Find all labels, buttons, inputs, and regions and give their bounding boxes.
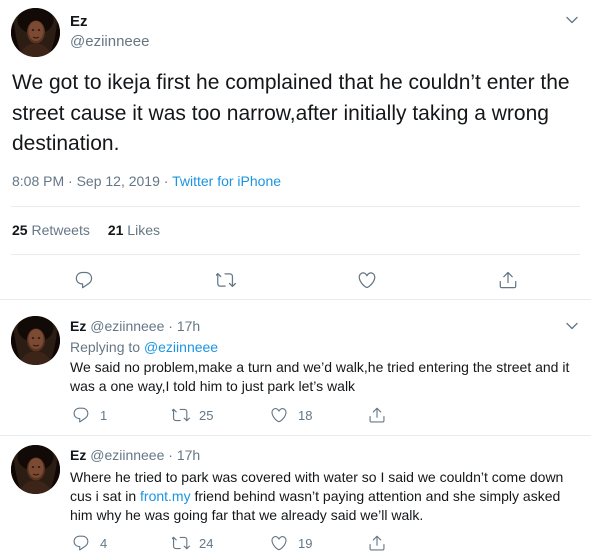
tweet-stats: 25 Retweets 21 Likes — [12, 222, 160, 238]
inline-link[interactable]: front.my — [140, 488, 191, 504]
retweet-icon — [172, 534, 190, 552]
replying-prefix: Replying to — [70, 339, 141, 355]
reply-icon — [74, 270, 94, 290]
share-icon — [498, 270, 518, 290]
reply-button[interactable]: 4 — [72, 534, 107, 552]
author-handle[interactable]: @eziinneee — [70, 33, 149, 50]
likes-stat[interactable]: 21 Likes — [108, 222, 160, 238]
reply-time[interactable]: · 17h — [168, 318, 200, 334]
reply-button[interactable]: 1 — [72, 406, 107, 424]
reply-icon — [72, 406, 90, 424]
reply-count: 1 — [100, 407, 108, 423]
retweets-label: Retweets — [31, 222, 90, 238]
like-count: 18 — [298, 407, 313, 423]
replying-mention[interactable]: @eziinneee — [144, 339, 218, 355]
likes-count: 21 — [107, 222, 124, 238]
divider — [11, 254, 580, 255]
like-icon — [270, 534, 288, 552]
chevron-down-icon[interactable] — [564, 318, 580, 334]
reply-icon — [72, 534, 90, 552]
retweet-count: 24 — [199, 535, 214, 551]
divider — [11, 206, 580, 207]
author-name[interactable]: Ez — [70, 318, 86, 334]
reply-time[interactable]: · 17h — [168, 447, 200, 463]
retweets-count: 25 — [12, 222, 28, 238]
avatar[interactable] — [11, 316, 60, 365]
main-tweet: Ez @eziinneee We got to ikeja first he c… — [0, 0, 591, 300]
share-button[interactable] — [498, 270, 518, 290]
meta-separator: · — [159, 173, 173, 189]
like-button[interactable]: 19 — [270, 534, 312, 552]
replying-to: Replying to @eziinneee — [70, 339, 218, 355]
author-name[interactable]: Ez — [70, 13, 88, 30]
retweet-count: 25 — [199, 407, 214, 423]
reply-text: Where he tried to park was covered with … — [70, 468, 575, 525]
tweet-meta: 8:08 PM · Sep 12, 2019 · Twitter for iPh… — [12, 173, 281, 189]
share-button[interactable] — [368, 534, 386, 552]
like-button[interactable]: 18 — [270, 406, 312, 424]
reply-header: Ez @eziinneee · 17h — [70, 318, 200, 334]
reply-button[interactable] — [74, 270, 94, 290]
reply-tweet[interactable]: Ez @eziinneee · 17h Replying to @eziinne… — [0, 308, 591, 436]
like-icon — [357, 270, 377, 290]
retweet-button[interactable]: 25 — [172, 406, 213, 424]
tweet-source-link[interactable]: Twitter for iPhone — [172, 173, 281, 189]
retweet-icon — [216, 270, 236, 290]
tweet-timestamp[interactable]: 8:08 PM · Sep 12, 2019 — [12, 173, 160, 189]
avatar[interactable] — [11, 8, 60, 57]
author-handle[interactable]: @eziinneee — [90, 447, 164, 463]
reply-tweet[interactable]: Ez @eziinneee · 17h Where he tried to pa… — [0, 437, 591, 554]
chevron-down-icon[interactable] — [564, 12, 580, 28]
like-icon — [270, 406, 288, 424]
reply-header: Ez @eziinneee · 17h — [70, 447, 200, 463]
share-button[interactable] — [368, 406, 386, 424]
retweet-button[interactable]: 24 — [172, 534, 213, 552]
retweet-icon — [172, 406, 190, 424]
share-icon — [368, 534, 386, 552]
like-button[interactable] — [357, 270, 377, 290]
reply-text: We said no problem,make a turn and we’d … — [70, 359, 570, 394]
avatar[interactable] — [11, 445, 60, 494]
reply-count: 4 — [100, 535, 108, 551]
likes-label: Likes — [127, 222, 160, 238]
author-name[interactable]: Ez — [70, 447, 86, 463]
author-handle[interactable]: @eziinneee — [90, 318, 164, 334]
share-icon — [368, 406, 386, 424]
tweet-text: We got to ikeja first he complained that… — [12, 71, 570, 155]
retweets-stat[interactable]: 25 Retweets — [12, 222, 90, 238]
like-count: 19 — [298, 535, 313, 551]
retweet-button[interactable] — [216, 270, 236, 290]
